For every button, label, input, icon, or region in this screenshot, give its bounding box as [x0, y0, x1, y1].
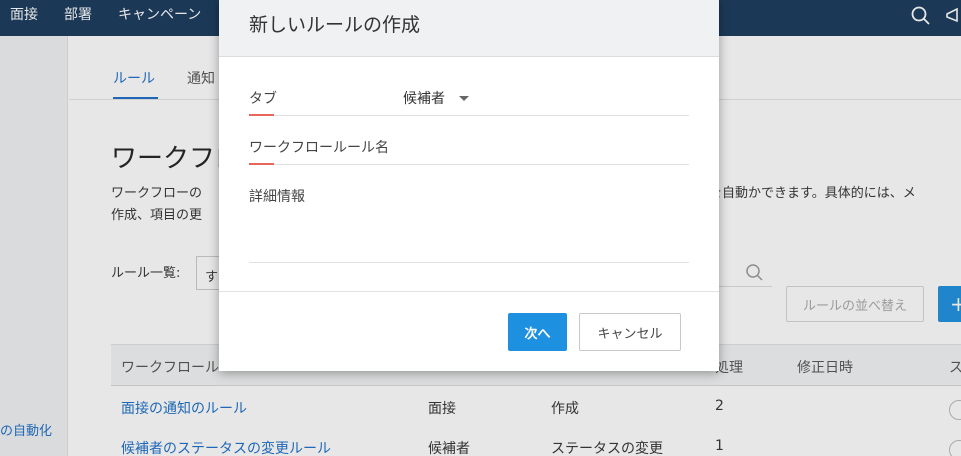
dialog-title: 新しいルールの作成	[249, 14, 421, 36]
field-divider	[249, 164, 689, 165]
rule-name-input[interactable]: ワークフロールール名	[249, 137, 389, 157]
chevron-down-icon[interactable]	[459, 96, 469, 101]
create-rule-dialog: 新しいルールの作成 タブ 候補者 ワークフロールール名 詳細情報 次へ キャンセ…	[219, 0, 719, 371]
field-divider	[249, 115, 689, 116]
tab-select[interactable]: 候補者	[403, 88, 445, 108]
dialog-header: 新しいルールの作成	[219, 0, 719, 57]
details-textarea[interactable]: 詳細情報	[249, 186, 305, 206]
required-indicator	[249, 114, 274, 116]
required-indicator	[249, 163, 274, 165]
tab-field-label: タブ	[249, 91, 277, 107]
next-button[interactable]: 次へ	[508, 313, 567, 351]
cancel-button[interactable]: キャンセル	[579, 313, 681, 351]
dialog-footer-divider	[219, 291, 719, 292]
field-divider	[249, 262, 689, 263]
